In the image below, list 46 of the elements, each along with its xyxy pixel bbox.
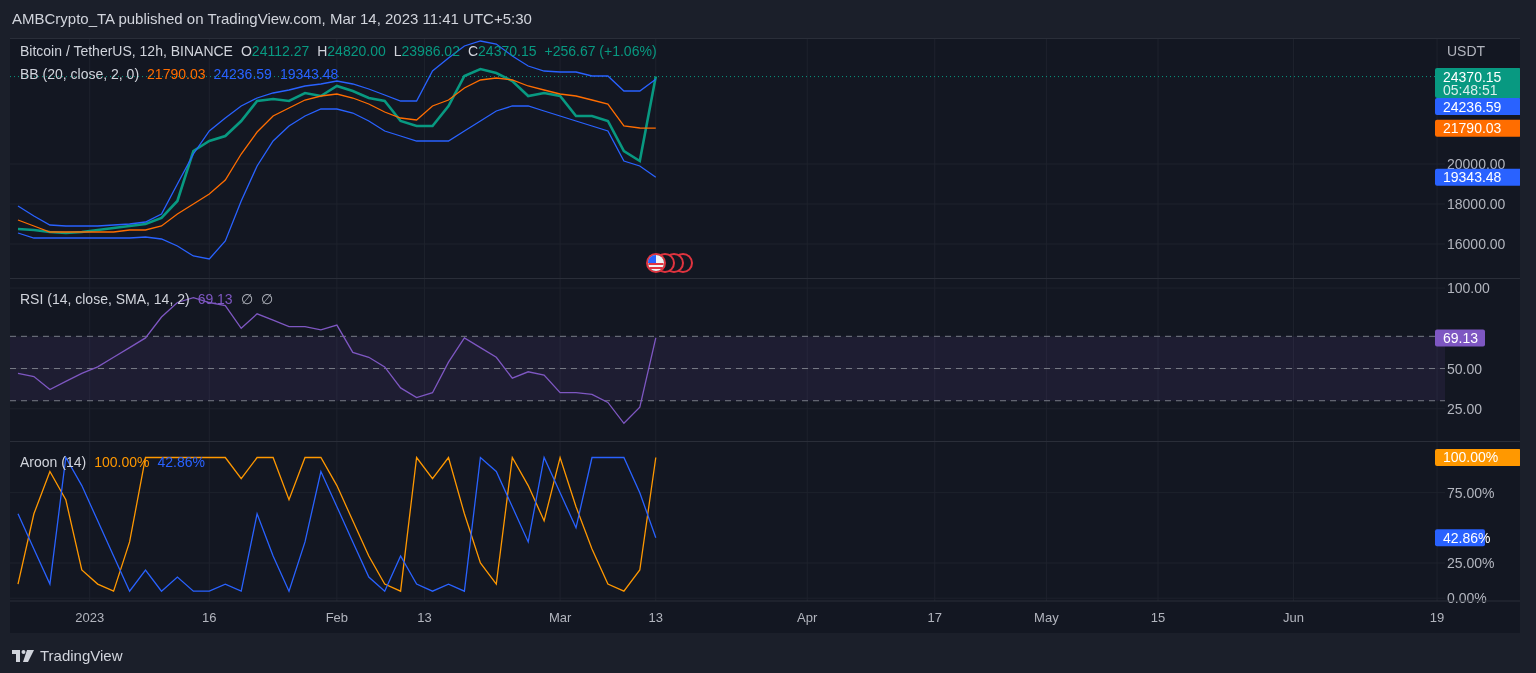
indicator-value: 42.86% — [157, 453, 205, 472]
axis-label: 100.00 — [1447, 280, 1490, 296]
price-tag: 19343.48 — [1435, 168, 1520, 186]
time-axis-label: 16 — [202, 610, 217, 625]
empty-value: ∅ — [260, 290, 273, 309]
brand-name: TradingView — [40, 646, 123, 666]
time-axis-label: 13 — [417, 610, 432, 625]
price-tag: 21790.03 — [1435, 119, 1520, 137]
axis-label: 25.00 — [1447, 400, 1483, 417]
time-axis-label: 17 — [927, 610, 942, 625]
price-tag: 24370.15 05:48:51 — [1435, 68, 1520, 99]
axis-label: 18000.00 — [1447, 196, 1506, 212]
time-axis-label: 2023 — [75, 610, 105, 625]
publish-info: AMBCrypto_TA published on TradingView.com, Mar 14, 2023 11:41 UTC+5:30 — [12, 8, 532, 29]
time-axis-label: Jun — [1283, 610, 1304, 625]
time-axis-label: 15 — [1150, 610, 1166, 625]
price-tag: 24236.59 — [1435, 98, 1520, 116]
axis-label: 16000.00 — [1447, 236, 1506, 252]
axis-label: 25.00% — [1447, 555, 1495, 571]
indicator-value: 69.13 — [197, 290, 233, 309]
time-axis-label: Mar — [548, 610, 572, 625]
currency-label: USDT — [1447, 43, 1486, 59]
time-axis-label: 19 — [1429, 610, 1445, 625]
price-tag: 100.00% — [1435, 449, 1520, 466]
symbol-title: Bitcoin / TetherUS, 12h, BINANCE — [20, 42, 233, 61]
price-change: +256.67 (+1.06%) — [544, 42, 657, 61]
time-axis-label: Feb — [325, 610, 349, 625]
indicator-name: BB (20, close, 2, 0) — [20, 65, 140, 84]
time-axis-label: 13 — [648, 610, 663, 625]
axis-label: 75.00% — [1447, 484, 1495, 501]
ohlc-label: O — [240, 42, 252, 61]
empty-value: ∅ — [240, 290, 253, 309]
indicator-value: 24236.59 — [213, 65, 272, 84]
indicator-value: 21790.03 — [147, 65, 206, 84]
price-tag: 69.13 — [1435, 329, 1485, 347]
ohlc-label: L — [393, 42, 402, 61]
ohlc-value: 24820.00 — [327, 42, 386, 61]
indicator-value: 19343.48 — [279, 65, 339, 84]
time-axis-label: May — [1034, 610, 1059, 625]
axis-label: 0.00% — [1447, 590, 1487, 607]
ohlc-value: 23986.02 — [401, 42, 460, 61]
ohlc-value: 24112.27 — [251, 42, 310, 61]
axis-label: 50.00 — [1447, 360, 1483, 377]
ohlc-label: H — [317, 42, 328, 61]
time-axis-label: Apr — [797, 610, 818, 625]
ohlc-label: C — [467, 42, 479, 61]
